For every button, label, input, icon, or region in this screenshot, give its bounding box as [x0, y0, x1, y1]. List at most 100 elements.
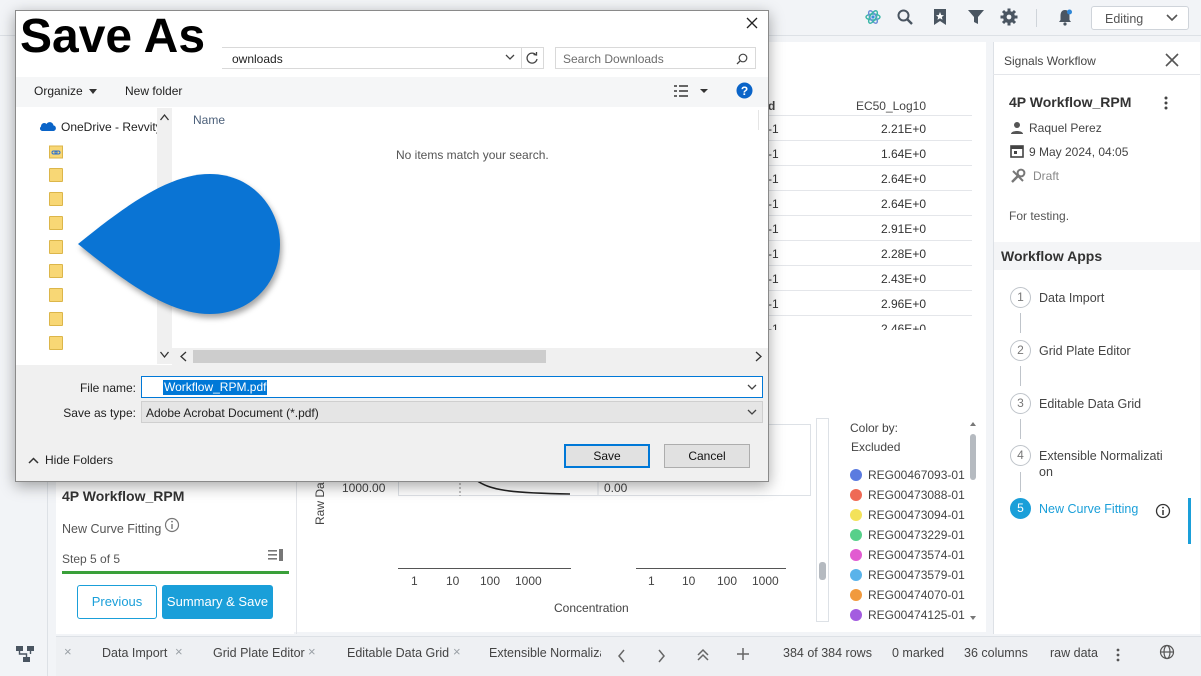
tab-extensible-normalization[interactable]: Extensible Normaliza: [489, 646, 601, 660]
table-row[interactable]: -1 1.64E+0: [760, 141, 972, 166]
step-connector: [1020, 472, 1021, 492]
legend-label: REG00467093-01: [868, 468, 965, 482]
save-as-type-select[interactable]: Adobe Acrobat Document (*.pdf): [141, 401, 763, 423]
bottom-tab-bar: × Data Import × Grid Plate Editor × Edit…: [56, 636, 1201, 676]
file-name-value: Workflow_RPM.pdf: [163, 380, 268, 395]
chevron-down-icon[interactable]: [747, 384, 757, 391]
step-label[interactable]: Grid Plate Editor: [1039, 343, 1167, 359]
info-icon[interactable]: [1155, 503, 1171, 519]
chevron-right-icon[interactable]: [656, 649, 666, 663]
table-cell: -1: [768, 222, 779, 236]
chart-x-axis-right: [636, 568, 786, 569]
step-indicator[interactable]: 1: [1010, 287, 1031, 308]
workflow-tree-icon[interactable]: [15, 644, 35, 664]
step-label-active[interactable]: New Curve Fitting: [1039, 501, 1167, 517]
bookmark-star-icon[interactable]: [931, 8, 951, 28]
file-name-input[interactable]: Workflow_RPM.pdf: [141, 376, 763, 398]
notification-bell-icon[interactable]: [1056, 8, 1076, 28]
tab-editable-data-grid[interactable]: Editable Data Grid: [347, 646, 449, 660]
address-bar[interactable]: ownloads: [222, 47, 522, 69]
legend-swatch: [850, 529, 862, 541]
view-options-icon[interactable]: [674, 84, 710, 98]
legend-label: REG00473229-01: [868, 528, 965, 542]
summary-and-save-button[interactable]: Summary & Save: [162, 585, 273, 619]
cancel-button[interactable]: Cancel: [664, 444, 750, 468]
column-header-name[interactable]: Name: [193, 113, 225, 127]
calendar-icon: [1010, 144, 1024, 158]
folder-icon[interactable]: [49, 264, 63, 278]
atom-icon[interactable]: [864, 8, 884, 28]
tab-data-import[interactable]: Data Import: [102, 646, 167, 660]
filter-icon[interactable]: [967, 8, 987, 28]
search-input[interactable]: Search Downloads: [555, 47, 756, 69]
close-icon[interactable]: [744, 15, 764, 35]
legend-swatch: [850, 589, 862, 601]
close-tab-icon[interactable]: ×: [453, 644, 461, 659]
column-divider[interactable]: [758, 110, 759, 130]
grid-col-header-ec50[interactable]: EC50_Log10: [856, 99, 926, 113]
color-by-value[interactable]: Excluded: [851, 440, 900, 454]
step-indicator[interactable]: 4: [1010, 445, 1031, 466]
folder-icon[interactable]: [49, 312, 63, 326]
previous-button[interactable]: Previous: [77, 585, 157, 619]
legend-swatch: [850, 609, 862, 621]
x-tick: 1000: [752, 574, 779, 588]
organize-menu[interactable]: Organize: [34, 84, 98, 98]
folder-icon[interactable]: [49, 240, 63, 254]
folder-icon[interactable]: [49, 216, 63, 230]
step-label[interactable]: Data Import: [1039, 290, 1167, 306]
close-tab-icon[interactable]: ×: [308, 644, 316, 659]
step-label[interactable]: Extensible Normalizati on: [1039, 448, 1167, 480]
table-row[interactable]: -1 2.21E+0: [760, 116, 972, 141]
file-list-hscrollbar[interactable]: [172, 348, 768, 365]
data-table-name[interactable]: raw data: [1050, 646, 1098, 660]
folder-icon[interactable]: [49, 288, 63, 302]
help-icon[interactable]: ?: [736, 82, 753, 99]
data-grid[interactable]: -1 2.21E+0 -1 1.64E+0 -1 2.64E+0 -1 2.64E+0 …: [760, 116, 972, 330]
legend-swatch: [850, 469, 862, 481]
chart-y-axis-label: Raw Da: [313, 482, 327, 525]
refresh-button[interactable]: [522, 47, 544, 69]
step-indicator[interactable]: 3: [1010, 393, 1031, 414]
save-button[interactable]: Save: [564, 444, 650, 468]
globe-icon[interactable]: [1159, 644, 1175, 660]
grid-col-header[interactable]: d: [768, 99, 775, 113]
close-icon[interactable]: [1163, 51, 1181, 69]
step-indicator[interactable]: 2: [1010, 340, 1031, 361]
link-folder-icon[interactable]: [49, 145, 63, 159]
table-row[interactable]: -1 2.64E+0: [760, 166, 972, 191]
scrollbar-thumb[interactable]: [819, 562, 826, 580]
search-icon[interactable]: [896, 8, 916, 28]
nav-item-onedrive[interactable]: OneDrive - Revvity: [61, 120, 157, 134]
info-icon[interactable]: [164, 517, 180, 533]
table-row[interactable]: -1 2.46E+0: [760, 316, 972, 330]
legend-label: REG00473574-01: [868, 548, 965, 562]
table-row[interactable]: -1 2.28E+0: [760, 241, 972, 266]
close-tab-icon[interactable]: ×: [175, 644, 183, 659]
step-label[interactable]: Editable Data Grid: [1039, 396, 1167, 412]
legend-label: REG00473094-01: [868, 508, 965, 522]
table-row[interactable]: -1 2.91E+0: [760, 216, 972, 241]
close-tab-icon[interactable]: ×: [64, 644, 72, 659]
list-toggle-icon[interactable]: [268, 549, 284, 561]
caret-down-icon: [89, 89, 98, 95]
mode-dropdown[interactable]: Editing: [1091, 6, 1189, 30]
chart-scrollbar[interactable]: [816, 418, 829, 622]
gear-icon[interactable]: [1000, 8, 1020, 28]
table-row[interactable]: -1 2.96E+0: [760, 291, 972, 316]
hide-folders-toggle[interactable]: Hide Folders: [28, 453, 113, 467]
table-row[interactable]: -1 2.64E+0: [760, 191, 972, 216]
more-options-icon[interactable]: [1115, 647, 1121, 663]
more-options-icon[interactable]: [1162, 95, 1170, 111]
chevron-left-icon[interactable]: [617, 649, 627, 663]
add-tab-icon[interactable]: [736, 647, 750, 661]
new-folder-button[interactable]: New folder: [125, 84, 182, 98]
folder-icon[interactable]: [49, 336, 63, 350]
tab-grid-plate-editor[interactable]: Grid Plate Editor: [213, 646, 305, 660]
folder-icon[interactable]: [49, 168, 63, 182]
folder-icon[interactable]: [49, 192, 63, 206]
legend-scrollbar[interactable]: [967, 420, 979, 624]
double-chevron-up-icon[interactable]: [696, 647, 710, 663]
table-row[interactable]: -1 2.43E+0: [760, 266, 972, 291]
step-indicator-active[interactable]: 5: [1010, 498, 1031, 519]
